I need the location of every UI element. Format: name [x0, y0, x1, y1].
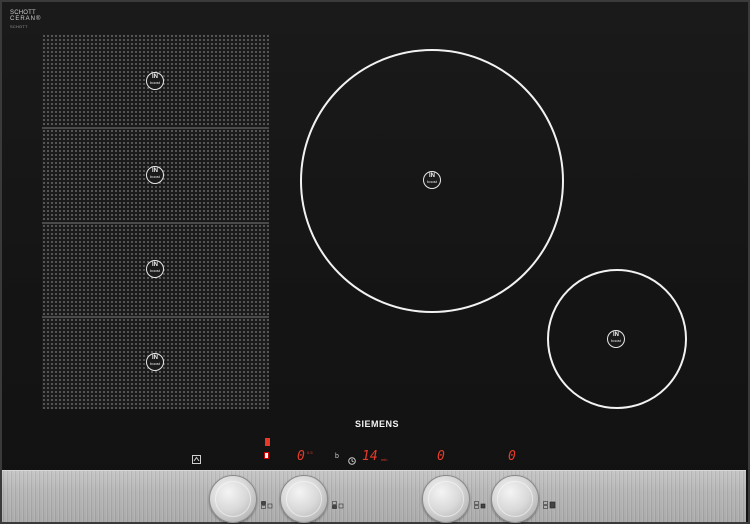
child-lock-icon[interactable] — [192, 451, 201, 464]
control-knob-4[interactable] — [491, 475, 539, 523]
clock-icon[interactable] — [348, 452, 356, 465]
zone-indicator[interactable] — [264, 452, 269, 459]
induction-boost-badge: IN boost — [607, 330, 625, 348]
flex-induction-zone: IN boost IN boost IN boost IN boost — [42, 34, 269, 409]
zone1-sup-display: 0.5 — [307, 450, 313, 455]
steel-control-panel — [2, 470, 746, 522]
schott-ceran-mark: SCHOTT CERAN® SCHOTT — [10, 10, 41, 30]
induction-boost-badge: IN boost — [146, 166, 164, 184]
cooktop-glass: SCHOTT CERAN® SCHOTT IN boost IN boost I… — [0, 0, 750, 524]
zone-selector-icon — [543, 496, 557, 509]
mark-line-2: CERAN® — [10, 16, 42, 22]
badge-boost-label: boost — [150, 80, 160, 85]
zone3-power-display: 0 — [437, 449, 445, 464]
mark-line-3: SCHOTT — [10, 24, 28, 29]
control-knob-3[interactable] — [422, 475, 470, 523]
induction-boost-badge: IN boost — [146, 72, 164, 90]
timer-mode-label[interactable]: b — [335, 453, 339, 460]
badge-boost-label: boost — [611, 338, 621, 343]
induction-boost-badge: IN boost — [423, 171, 441, 189]
badge-boost-label: boost — [150, 268, 160, 273]
badge-boost-label: boost — [150, 174, 160, 179]
zone4-power-display: 0 — [508, 449, 516, 464]
induction-boost-badge: IN boost — [146, 353, 164, 371]
control-knob-2[interactable] — [280, 475, 328, 523]
timer-display: 14 — [362, 449, 378, 464]
timer-unit: min — [381, 457, 388, 462]
induction-boost-badge: IN boost — [146, 260, 164, 278]
zone1-power-display: 0 — [297, 449, 305, 464]
badge-boost-label: boost — [427, 179, 437, 184]
zone-selector-icon — [261, 496, 275, 509]
zone-selector-icon — [474, 496, 488, 509]
zone-selector-icon — [332, 496, 346, 509]
brand-logo: SIEMENS — [354, 419, 399, 429]
badge-boost-label: boost — [150, 361, 160, 366]
control-knob-1[interactable] — [209, 475, 257, 523]
power-indicator-red — [265, 438, 270, 446]
